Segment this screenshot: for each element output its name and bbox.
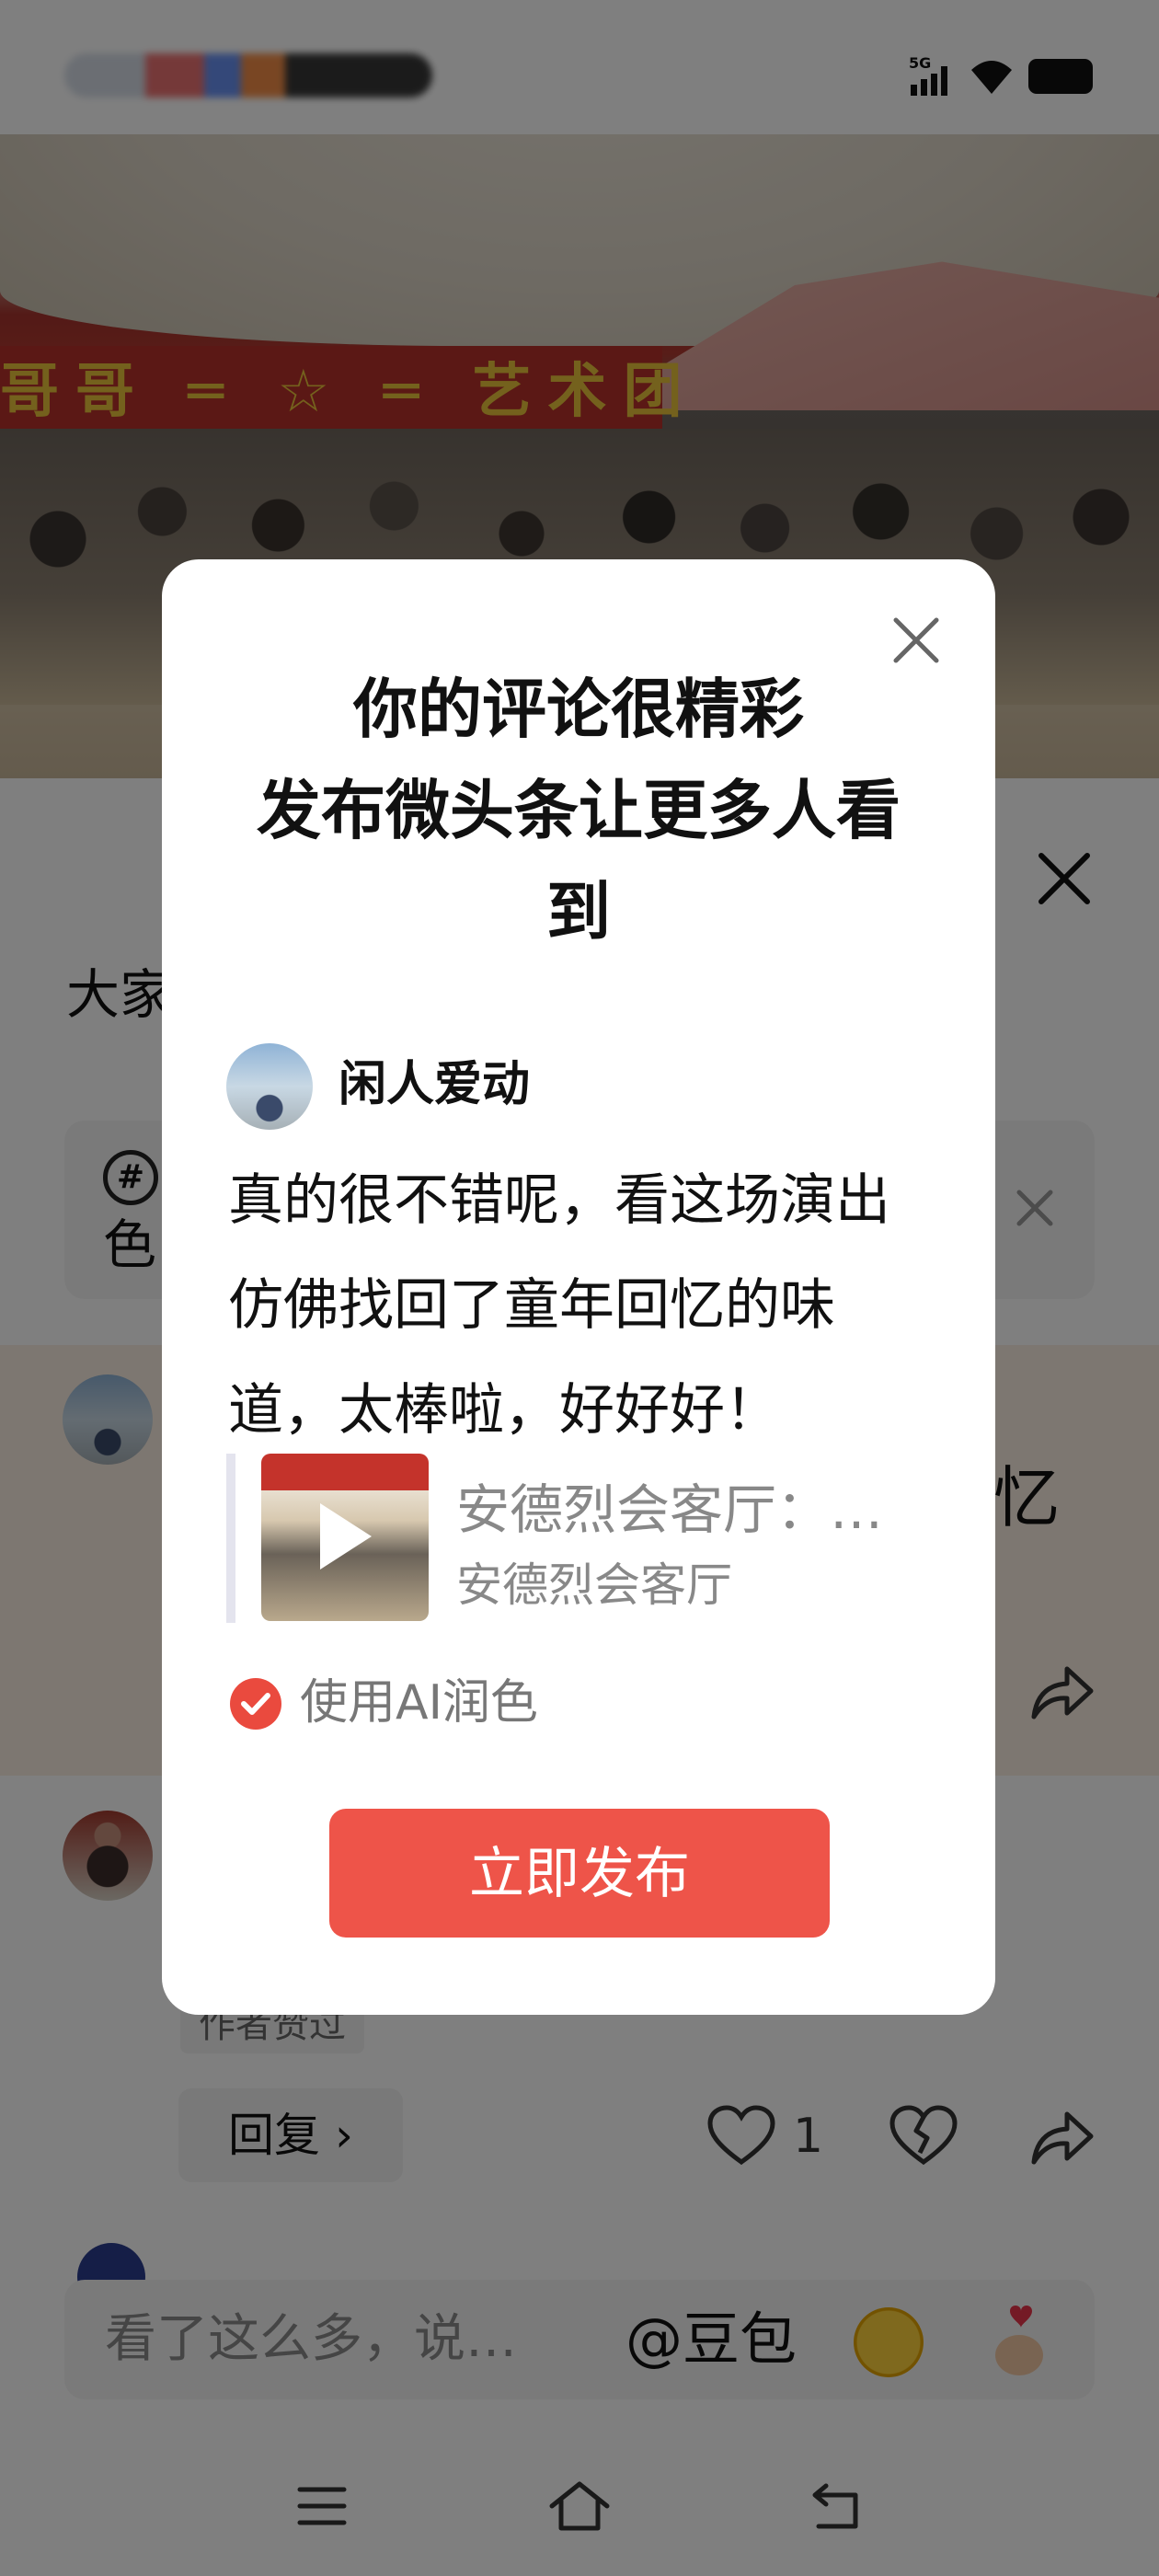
quote-bar (226, 1454, 235, 1623)
play-icon (320, 1503, 372, 1570)
ai-polish-label[interactable]: 使用AI润色 (300, 1673, 538, 1733)
dialog-title-line: 你的评论很精彩 (353, 672, 804, 747)
quoted-video-title: 安德烈会客厅：… (456, 1478, 884, 1541)
quoted-video-source: 安德烈会客厅 (456, 1558, 732, 1612)
user-avatar (226, 1043, 313, 1130)
dialog-title-line: 到 (546, 874, 611, 949)
comment-preview-text: 真的很不错呢，看这场演出仿佛找回了童年回忆的味道，太棒啦，好好好！ (228, 1168, 890, 1443)
publish-now-button[interactable]: 立即发布 (329, 1809, 830, 1938)
dialog-title-line: 发布微头条让更多人看 (257, 773, 901, 848)
dialog-title: 你的评论很精彩 发布微头条让更多人看 到 (162, 659, 995, 962)
check-icon (241, 1693, 270, 1715)
user-name: 闲人爱动 (339, 1057, 531, 1112)
ai-polish-checkbox[interactable] (230, 1678, 281, 1730)
